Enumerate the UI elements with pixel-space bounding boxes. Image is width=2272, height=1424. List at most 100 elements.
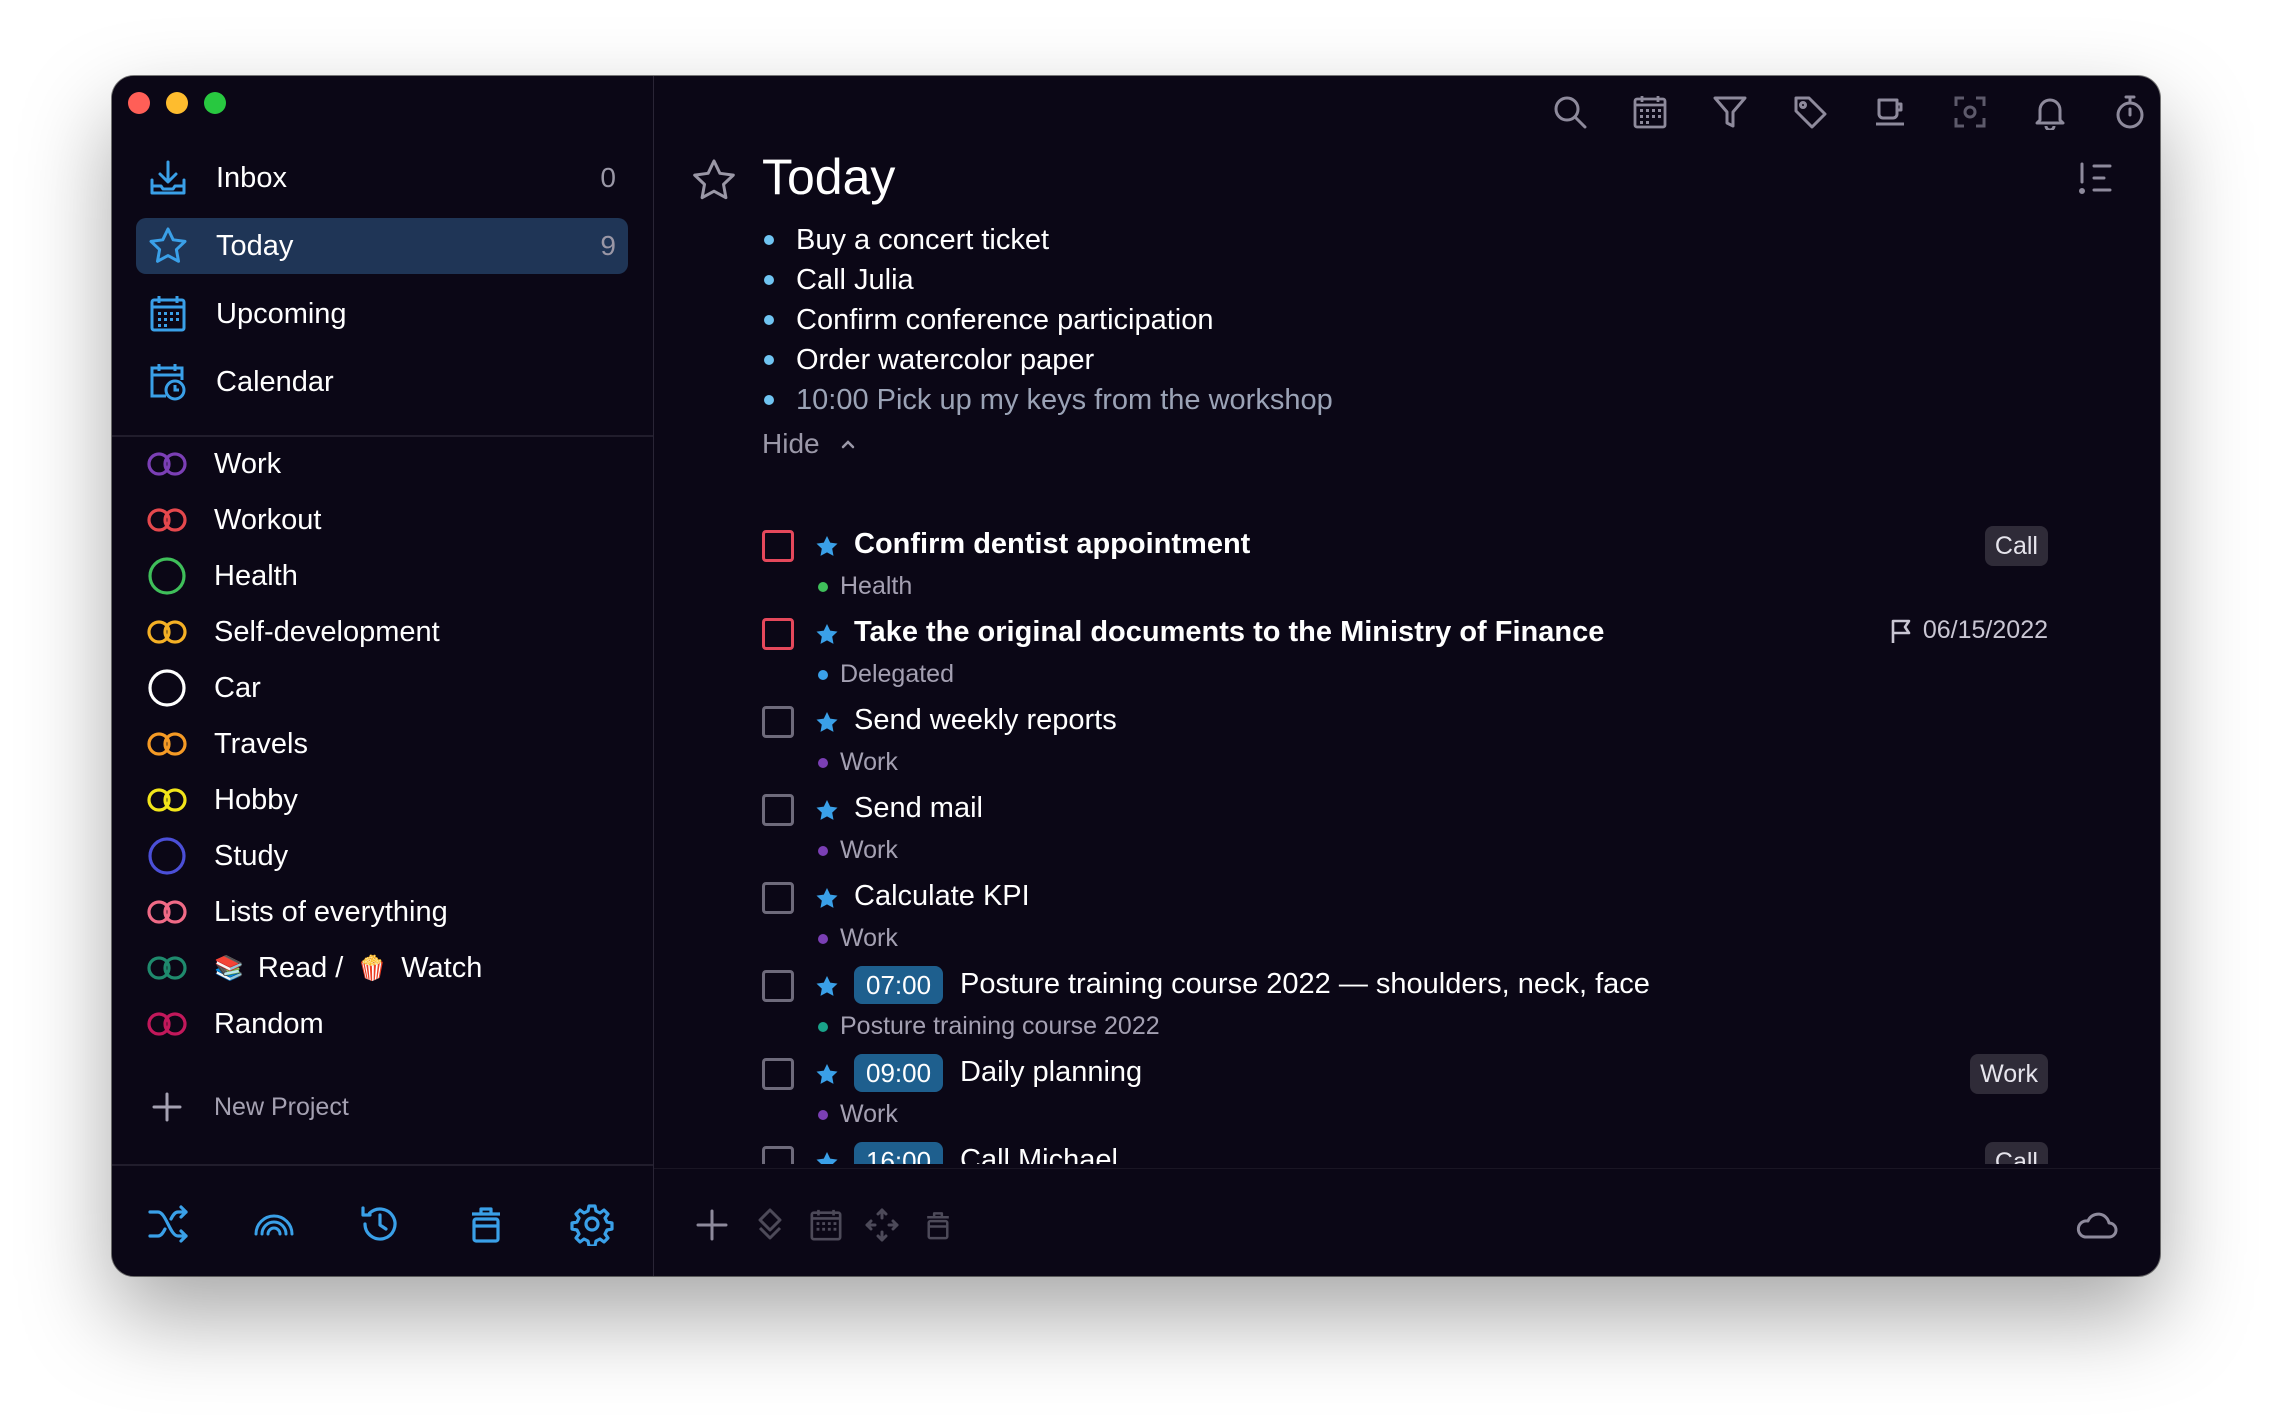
calendar-view-button[interactable]: [1628, 90, 1672, 134]
task-row[interactable]: Send weekly reports Work: [762, 702, 2052, 790]
list-item[interactable]: Buy a concert ticket: [762, 220, 1333, 260]
list-item[interactable]: Confirm conference participation: [762, 300, 1333, 340]
focus-button[interactable]: [1948, 90, 1992, 134]
task-row[interactable]: Confirm dentist appointment Health Call: [762, 526, 2052, 614]
task-checkbox[interactable]: [762, 530, 794, 562]
project-label: Study: [214, 839, 289, 872]
sidebar-item-calendar[interactable]: Calendar: [136, 354, 628, 410]
search-button[interactable]: [1548, 90, 1592, 134]
filter-button[interactable]: [1708, 90, 1752, 134]
task-checkbox[interactable]: [762, 970, 794, 1002]
timer-button[interactable]: [2108, 90, 2152, 134]
project-dot: [818, 757, 828, 768]
star-icon[interactable]: [814, 1150, 840, 1164]
task-project: Delegated: [818, 660, 954, 689]
rainbow-button[interactable]: [252, 1202, 296, 1246]
task-row[interactable]: Take the original documents to the Minis…: [762, 614, 2052, 702]
task-time-badge[interactable]: 07:00: [854, 966, 944, 1004]
minimize-window-button[interactable]: [166, 92, 188, 114]
star-icon[interactable]: [814, 886, 840, 912]
sync-button[interactable]: [2074, 1203, 2118, 1247]
star-icon: [146, 224, 190, 268]
reminders-button[interactable]: [2028, 90, 2072, 134]
star-icon[interactable]: [814, 534, 840, 560]
history-button[interactable]: [358, 1202, 402, 1246]
task-row[interactable]: 09:00 Daily planning Work Work: [762, 1054, 2052, 1142]
sidebar-item-upcoming[interactable]: Upcoming: [136, 286, 628, 342]
task-checkbox[interactable]: [762, 706, 794, 738]
star-icon[interactable]: [814, 798, 840, 824]
coffee-cup-icon: [1876, 98, 1904, 126]
settings-button[interactable]: [570, 1202, 614, 1248]
project-item-health[interactable]: Health: [146, 548, 626, 604]
task-project: Work: [818, 924, 898, 953]
project-dot: [818, 669, 828, 680]
trash-button[interactable]: [464, 1202, 508, 1246]
move-button[interactable]: [860, 1203, 904, 1247]
sidebar-item-today[interactable]: Today 9: [136, 218, 628, 274]
sidebar-item-inbox[interactable]: Inbox 0: [136, 150, 628, 206]
project-item-self-development[interactable]: Self-development: [146, 604, 626, 660]
task-title: Send mail: [854, 792, 983, 824]
star-icon[interactable]: [814, 710, 840, 736]
task-tag[interactable]: Call: [1984, 1142, 2048, 1164]
bullet-text: 10:00 Pick up my keys from the workshop: [796, 383, 1333, 416]
list-item[interactable]: Order watercolor paper: [762, 340, 1333, 380]
project-label-watch: Watch: [401, 951, 483, 984]
add-task-button[interactable]: [690, 1203, 734, 1247]
project-label: Car: [214, 671, 261, 704]
project-label: Health: [214, 559, 298, 592]
project-item-travels[interactable]: Travels: [146, 716, 626, 772]
coffee-break-button[interactable]: [1868, 90, 1912, 134]
star-icon[interactable]: [814, 622, 840, 648]
list-item[interactable]: 10:00 Pick up my keys from the workshop: [762, 380, 1333, 420]
hide-notes-toggle[interactable]: Hide: [762, 428, 858, 460]
shuffle-button[interactable]: [146, 1202, 190, 1246]
task-checkbox[interactable]: [762, 1058, 794, 1090]
task-checkbox[interactable]: [762, 618, 794, 650]
move-to-project-button[interactable]: [748, 1203, 792, 1247]
linked-rings-icon: [146, 1003, 188, 1045]
project-item-hobby[interactable]: Hobby: [146, 772, 626, 828]
task-time-badge[interactable]: 16:00: [854, 1142, 944, 1164]
task-time-badge[interactable]: 09:00: [854, 1054, 944, 1092]
sort-button[interactable]: [2076, 158, 2120, 202]
calendar-grid-icon: [146, 292, 190, 336]
star-icon[interactable]: [814, 1062, 840, 1088]
list-item[interactable]: Call Julia: [762, 260, 1333, 300]
new-project-button[interactable]: New Project: [146, 1086, 349, 1128]
zoom-window-button[interactable]: [204, 92, 226, 114]
calendar-clock-icon: [146, 360, 190, 404]
project-item-read-watch[interactable]: 📚 Read / 🍿 Watch: [146, 940, 626, 996]
task-row[interactable]: 07:00 Posture training course 2022 — sho…: [762, 966, 2052, 1054]
linked-rings-icon: [146, 779, 188, 821]
project-list: Work Workout Health Self-development Car…: [146, 436, 626, 1052]
main-navigation: Inbox 0 Today 9 Upcoming Calendar: [136, 150, 628, 422]
tags-button[interactable]: [1788, 90, 1832, 134]
task-row[interactable]: Calculate KPI Work: [762, 878, 2052, 966]
task-due-date[interactable]: 06/15/2022: [1889, 616, 2048, 645]
task-checkbox[interactable]: [762, 794, 794, 826]
sidebar-item-label: Upcoming: [216, 297, 347, 330]
task-row[interactable]: 16:00 Call Michael Call: [762, 1142, 2052, 1164]
inbox-icon: [146, 156, 190, 200]
close-window-button[interactable]: [128, 92, 150, 114]
schedule-button[interactable]: [804, 1203, 848, 1247]
calendar-grid-icon: [1633, 96, 1667, 129]
project-item-study[interactable]: Study: [146, 828, 626, 884]
project-label: Self-development: [214, 615, 440, 648]
move-arrows-icon: [865, 1208, 899, 1242]
task-tag[interactable]: Call: [1984, 526, 2048, 566]
task-checkbox[interactable]: [762, 882, 794, 914]
project-item-random[interactable]: Random: [146, 996, 626, 1052]
star-icon[interactable]: [814, 974, 840, 1000]
project-item-workout[interactable]: Workout: [146, 492, 626, 548]
project-item-lists-of-everything[interactable]: Lists of everything: [146, 884, 626, 940]
project-item-work[interactable]: Work: [146, 436, 626, 492]
task-row[interactable]: Send mail Work: [762, 790, 2052, 878]
task-checkbox[interactable]: [762, 1146, 794, 1164]
project-item-car[interactable]: Car: [146, 660, 626, 716]
delete-task-button[interactable]: [916, 1203, 960, 1247]
task-title: Calculate KPI: [854, 880, 1030, 912]
task-tag[interactable]: Work: [1970, 1054, 2048, 1094]
